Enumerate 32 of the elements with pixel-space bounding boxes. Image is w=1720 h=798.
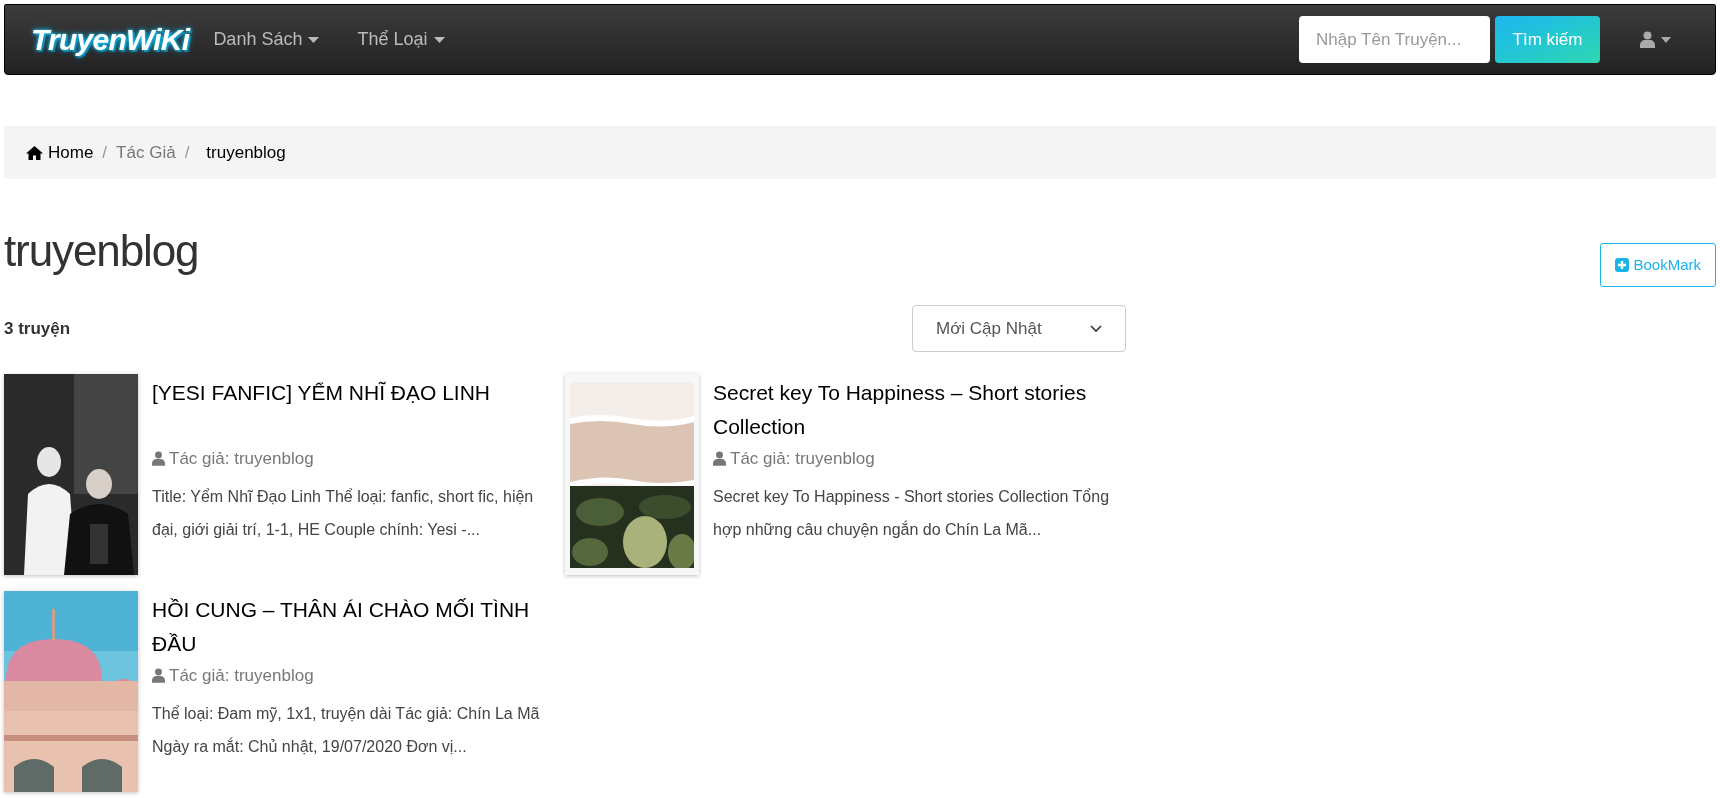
user-icon	[152, 451, 165, 467]
home-link[interactable]: Home	[26, 139, 94, 166]
user-icon	[713, 451, 726, 467]
user-icon	[1640, 31, 1655, 48]
story-author: Tác giả: truyenblog	[169, 448, 314, 470]
sort-select[interactable]: Mới Cập Nhật	[912, 305, 1126, 352]
story-title-link[interactable]: HỒI CUNG – THÂN ÁI CHÀO MỐI TÌNH ĐẦU	[152, 593, 552, 661]
breadcrumb-separator: /	[184, 141, 190, 164]
story-title-link[interactable]: Secret key To Happiness – Short stories Collection	[713, 376, 1113, 444]
breadcrumb-current: truyenblog	[206, 141, 286, 164]
page-heading: truyenblog	[4, 225, 199, 277]
story-description: Title: Yểm Nhĩ Đạo Linh Thể loại: fanfic, short fic, hiện đại, giới giải trí, 1-1, HE Couple chính: Yesi -...	[152, 486, 535, 540]
breadcrumb-separator: /	[102, 141, 108, 164]
caret-icon	[433, 36, 445, 43]
story-author: Tác giả: truyenblog	[169, 665, 314, 687]
site-logo[interactable]: TruyenWiKi	[31, 17, 190, 62]
caret-icon	[308, 36, 320, 43]
story-author: Tác giả: truyenblog	[730, 448, 875, 470]
story-count: 3 truyện	[4, 317, 71, 340]
home-icon	[26, 145, 43, 160]
plus-square-icon	[1615, 258, 1630, 272]
nav-menu-link[interactable]: Danh Sách	[213, 26, 320, 53]
story-title-link[interactable]: [YESI FANFIC] YỂM NHĨ ĐẠO LINH	[152, 376, 552, 444]
user-menu-button[interactable]	[1640, 31, 1671, 48]
nav-menu-link[interactable]: Thể Loại	[357, 26, 445, 53]
story-description: Thể loại: Đam mỹ, 1x1, truyện dài Tác giả: Chín La Mã Ngày ra mắt: Chủ nhật, 19/07/2020 Đơn vị...	[152, 703, 541, 757]
story-description: Secret key To Happiness - Short stories Collection Tổng hợp những câu chuyện ngắn do Chín La Mã...	[713, 486, 1111, 540]
user-icon	[152, 668, 165, 684]
search-field[interactable]: Nhập Tên Truyện...	[1299, 16, 1490, 63]
breadcrumb-link[interactable]: Tác Giả	[116, 139, 176, 166]
chevron-down-icon	[1090, 324, 1102, 333]
caret-icon	[1661, 36, 1671, 43]
